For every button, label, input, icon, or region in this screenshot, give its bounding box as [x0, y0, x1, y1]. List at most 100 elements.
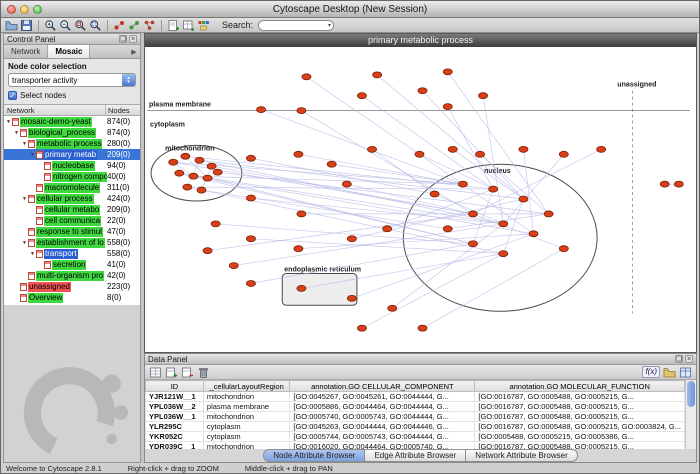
zoom-in-icon[interactable]: [44, 19, 57, 32]
column-header-id[interactable]: ID: [146, 381, 204, 392]
network-node[interactable]: [294, 151, 303, 157]
network-node[interactable]: [468, 241, 477, 247]
network-node[interactable]: [597, 146, 606, 152]
tree-item-metabolic-process[interactable]: ▼metabolic process280(0): [4, 138, 140, 149]
network-node[interactable]: [257, 107, 266, 113]
table-row[interactable]: YPL036W__2plasma membrane[GO:0005886, GO…: [146, 402, 685, 412]
expand-toggle-icon[interactable]: ▼: [5, 119, 12, 125]
network-node[interactable]: [443, 69, 452, 75]
network-node[interactable]: [342, 181, 351, 187]
tree-item-cellular-process[interactable]: ▼cellular process424(0): [4, 193, 140, 204]
tree-item-transport[interactable]: ▼transport558(0): [4, 248, 140, 259]
network-node[interactable]: [357, 93, 366, 99]
network-node[interactable]: [388, 305, 397, 311]
show-all-icon[interactable]: [128, 19, 141, 32]
network-node[interactable]: [183, 184, 192, 190]
import-attributes-icon[interactable]: [663, 366, 676, 379]
open-session-icon[interactable]: [5, 19, 18, 32]
network-node[interactable]: [415, 151, 424, 157]
table-row[interactable]: YLR295Ccytoplasm[GO:0045263, GO:0044444,…: [146, 422, 685, 432]
network-edge[interactable]: [251, 244, 473, 284]
network-node[interactable]: [418, 325, 427, 331]
import-table-icon[interactable]: [182, 19, 195, 32]
network-node[interactable]: [458, 181, 467, 187]
tree-item-unassigned[interactable]: unassigned223(0): [4, 281, 140, 292]
import-network-icon[interactable]: [167, 19, 180, 32]
network-node[interactable]: [297, 285, 306, 291]
tree-item-nucleobase[interactable]: nucleobase94(0): [4, 160, 140, 171]
network-node[interactable]: [189, 173, 198, 179]
tree-header-nodes[interactable]: Nodes: [106, 105, 140, 115]
column-header-annotation-go-molecular-function[interactable]: annotation.GO MOLECULAR_FUNCTION: [475, 381, 685, 392]
tree-header-network[interactable]: Network: [4, 105, 106, 115]
tab-node-attribute-browser[interactable]: Node Attribute Browser: [263, 449, 365, 462]
network-node[interactable]: [430, 191, 439, 197]
vizmapper-icon[interactable]: [197, 19, 210, 32]
tree-item-primary-metab[interactable]: ▼primary metab209(0): [4, 149, 140, 160]
network-node[interactable]: [294, 246, 303, 252]
tab-edge-attribute-browser[interactable]: Edge Attribute Browser: [365, 449, 466, 462]
network-node[interactable]: [297, 211, 306, 217]
attribute-grid-icon[interactable]: [679, 366, 692, 379]
tree-item-establishment-of-lo[interactable]: ▼establishment of lo558(0): [4, 237, 140, 248]
network-node[interactable]: [246, 236, 255, 242]
expand-toggle-icon[interactable]: ▼: [21, 196, 28, 202]
network-node[interactable]: [559, 151, 568, 157]
tab-network[interactable]: Network: [4, 45, 48, 58]
close-panel-icon[interactable]: ×: [129, 35, 137, 43]
network-node[interactable]: [211, 221, 220, 227]
network-node[interactable]: [475, 151, 484, 157]
network-node[interactable]: [347, 295, 356, 301]
tab-network-attribute-browser[interactable]: Network Attribute Browser: [466, 449, 577, 462]
network-edge[interactable]: [448, 214, 549, 229]
expand-toggle-icon[interactable]: ▼: [29, 251, 36, 257]
network-node[interactable]: [181, 153, 190, 159]
close-window-button[interactable]: [7, 5, 16, 14]
tree-item-macromolecule[interactable]: macromolecule311(0): [4, 182, 140, 193]
column-header-cellularlayoutregion[interactable]: _cellularLayoutRegion: [203, 381, 289, 392]
network-edge[interactable]: [377, 75, 523, 199]
expand-toggle-icon[interactable]: ▼: [21, 240, 28, 246]
tab-mosaic[interactable]: Mosaic: [48, 45, 90, 58]
table-row[interactable]: YKR052Ccytoplasm[GO:0005744, GO:0005743,…: [146, 432, 685, 442]
tree-item-response-to-stimul[interactable]: response to stimul47(0): [4, 226, 140, 237]
formula-builder-icon[interactable]: f(x): [642, 366, 660, 378]
maximize-window-button[interactable]: [33, 5, 42, 14]
hide-selected-icon[interactable]: [113, 19, 126, 32]
zoom-fit-icon[interactable]: [89, 19, 102, 32]
network-node[interactable]: [674, 181, 683, 187]
network-node[interactable]: [207, 163, 216, 169]
network-edge[interactable]: [193, 176, 533, 234]
table-row[interactable]: YPL036W__1mitochondrion[GO:0005740, GO:0…: [146, 412, 685, 422]
network-node[interactable]: [302, 74, 311, 80]
network-edge[interactable]: [392, 224, 503, 308]
new-network-from-selection-icon[interactable]: [143, 19, 156, 32]
expand-toggle-icon[interactable]: ▼: [21, 141, 28, 147]
zoom-selected-region-icon[interactable]: [74, 19, 87, 32]
network-edge[interactable]: [306, 77, 462, 184]
network-edge[interactable]: [251, 239, 503, 254]
zoom-out-icon[interactable]: [59, 19, 72, 32]
select-attributes-icon[interactable]: [149, 366, 162, 379]
network-edge[interactable]: [234, 224, 503, 266]
network-node[interactable]: [246, 195, 255, 201]
table-row[interactable]: YDR039C__1mitochondrion[GO:0016020, GO:0…: [146, 442, 685, 450]
network-node[interactable]: [519, 146, 528, 152]
network-node[interactable]: [519, 196, 528, 202]
select-nodes-checkbox[interactable]: ✓: [8, 91, 17, 100]
network-node[interactable]: [468, 211, 477, 217]
network-node[interactable]: [213, 169, 222, 175]
tree-item-cellular-metabo[interactable]: cellular metabo209(0): [4, 204, 140, 215]
node-color-dropdown[interactable]: transporter activity ▴▾: [8, 73, 136, 87]
tree-item-cell-communica[interactable]: cell communica22(0): [4, 215, 140, 226]
network-node[interactable]: [297, 108, 306, 114]
expand-toggle-icon[interactable]: ▼: [29, 152, 36, 158]
create-attribute-icon[interactable]: [165, 366, 178, 379]
chevron-right-icon[interactable]: ▶: [128, 45, 140, 58]
expand-toggle-icon[interactable]: ▼: [13, 130, 20, 136]
trash-icon[interactable]: [197, 366, 210, 379]
network-node[interactable]: [203, 248, 212, 254]
float-panel-icon[interactable]: ❏: [119, 35, 127, 43]
network-node[interactable]: [197, 187, 206, 193]
network-node[interactable]: [489, 186, 498, 192]
